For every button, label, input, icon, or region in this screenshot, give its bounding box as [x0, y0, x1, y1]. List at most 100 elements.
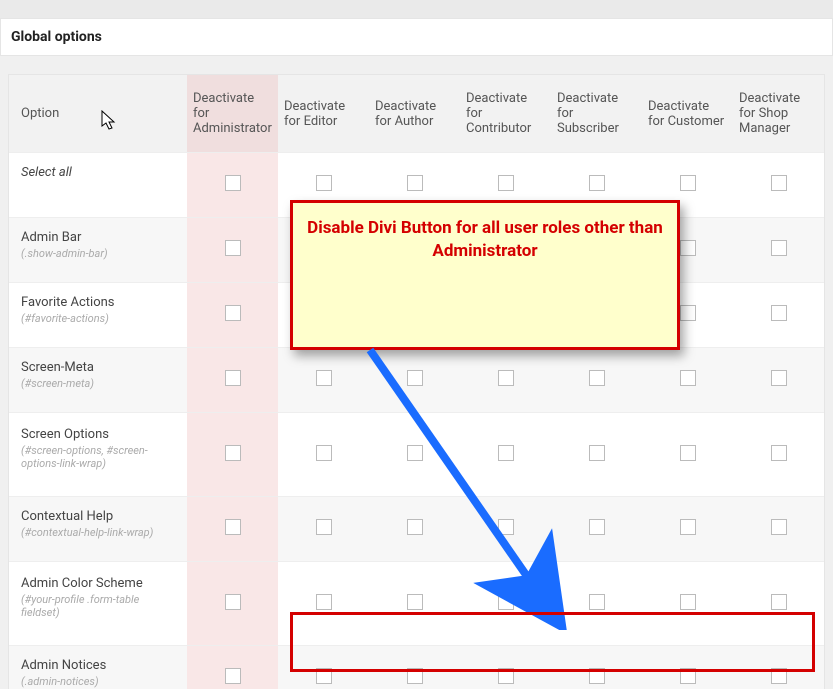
check-cell [642, 348, 733, 413]
checkbox[interactable] [316, 668, 332, 684]
check-cell [460, 413, 551, 497]
check-cell [733, 218, 824, 283]
table-row: Contextual Help(#contextual-help-link-wr… [9, 497, 824, 562]
check-cell [642, 497, 733, 562]
check-cell [278, 497, 369, 562]
check-cell [187, 218, 278, 283]
check-cell [733, 413, 824, 497]
annotation-callout-text: Disable Divi Button for all user roles o… [303, 217, 667, 263]
check-cell [642, 413, 733, 497]
check-cell [369, 562, 460, 646]
check-cell [642, 562, 733, 646]
checkbox[interactable] [316, 445, 332, 461]
checkbox[interactable] [498, 175, 514, 191]
checkbox[interactable] [680, 175, 696, 191]
checkbox[interactable] [771, 175, 787, 191]
checkbox[interactable] [771, 594, 787, 610]
row-label: Select all [21, 165, 179, 180]
checkbox[interactable] [498, 519, 514, 535]
row-label-cell: Screen-Meta(#screen-meta) [9, 348, 187, 413]
table-row: Admin Color Scheme (#your-profile .form-t… [9, 562, 824, 646]
checkbox[interactable] [498, 445, 514, 461]
checkbox[interactable] [771, 240, 787, 256]
checkbox[interactable] [771, 305, 787, 321]
annotation-callout: Disable Divi Button for all user roles o… [290, 200, 680, 350]
checkbox[interactable] [316, 175, 332, 191]
checkbox[interactable] [316, 519, 332, 535]
checkbox[interactable] [225, 305, 241, 321]
check-cell [733, 646, 824, 689]
check-cell [642, 646, 733, 689]
checkbox[interactable] [680, 594, 696, 610]
checkbox[interactable] [589, 668, 605, 684]
check-cell [733, 497, 824, 562]
checkbox[interactable] [589, 370, 605, 386]
row-label-cell: Admin Color Scheme (#your-profile .form-t… [9, 562, 187, 646]
checkbox[interactable] [680, 305, 696, 321]
check-cell [551, 497, 642, 562]
col-role-header: Deactivate for Editor [278, 75, 369, 153]
checkbox[interactable] [498, 594, 514, 610]
checkbox[interactable] [225, 445, 241, 461]
check-cell [460, 497, 551, 562]
row-meta: (.show-admin-bar) [21, 247, 179, 260]
check-cell [369, 348, 460, 413]
check-cell [369, 646, 460, 689]
checkbox[interactable] [225, 175, 241, 191]
checkbox[interactable] [407, 519, 423, 535]
checkbox[interactable] [316, 370, 332, 386]
check-cell [551, 646, 642, 689]
checkbox[interactable] [589, 175, 605, 191]
checkbox[interactable] [589, 519, 605, 535]
col-role-header: Deactivate for Shop Manager [733, 75, 824, 153]
check-cell [187, 497, 278, 562]
checkbox[interactable] [680, 240, 696, 256]
table-row: Admin Notices(.admin-notices) [9, 646, 824, 689]
row-meta: (#contextual-help-link-wrap) [21, 526, 179, 539]
col-role-header: Deactivate for Customer [642, 75, 733, 153]
row-meta: (#your-profile .form-table fieldset) [21, 593, 179, 619]
checkbox[interactable] [498, 370, 514, 386]
checkbox[interactable] [680, 370, 696, 386]
checkbox[interactable] [589, 445, 605, 461]
row-label-cell: Admin Bar(.show-admin-bar) [9, 218, 187, 283]
row-label: Screen Options [21, 427, 179, 442]
table-row: Screen-Meta(#screen-meta) [9, 348, 824, 413]
checkbox[interactable] [589, 594, 605, 610]
row-label-cell: Contextual Help(#contextual-help-link-wr… [9, 497, 187, 562]
checkbox[interactable] [225, 519, 241, 535]
col-option-header: Option [9, 75, 187, 153]
col-role-header: Deactivate for Contributor [460, 75, 551, 153]
row-label-cell: Screen Options(#screen-options, #screen-… [9, 413, 187, 497]
checkbox[interactable] [771, 668, 787, 684]
row-label: Screen-Meta [21, 360, 179, 375]
col-role-header: Deactivate for Administrator [187, 75, 278, 153]
checkbox[interactable] [225, 668, 241, 684]
check-cell [733, 153, 824, 218]
options-table: OptionDeactivate for AdministratorDeacti… [8, 74, 825, 689]
check-cell [369, 413, 460, 497]
page-title: Global options [0, 18, 833, 56]
check-cell [551, 413, 642, 497]
checkbox[interactable] [225, 594, 241, 610]
checkbox[interactable] [407, 668, 423, 684]
checkbox[interactable] [407, 175, 423, 191]
checkbox[interactable] [771, 519, 787, 535]
checkbox[interactable] [498, 668, 514, 684]
checkbox[interactable] [771, 370, 787, 386]
checkbox[interactable] [225, 370, 241, 386]
check-cell [278, 413, 369, 497]
check-cell [551, 562, 642, 646]
check-cell [187, 153, 278, 218]
checkbox[interactable] [680, 668, 696, 684]
checkbox[interactable] [680, 519, 696, 535]
checkbox[interactable] [771, 445, 787, 461]
checkbox[interactable] [225, 240, 241, 256]
checkbox[interactable] [680, 445, 696, 461]
checkbox[interactable] [316, 594, 332, 610]
checkbox[interactable] [407, 370, 423, 386]
row-label: Admin Color Scheme [21, 576, 179, 591]
row-label-cell: Admin Notices(.admin-notices) [9, 646, 187, 689]
checkbox[interactable] [407, 594, 423, 610]
checkbox[interactable] [407, 445, 423, 461]
